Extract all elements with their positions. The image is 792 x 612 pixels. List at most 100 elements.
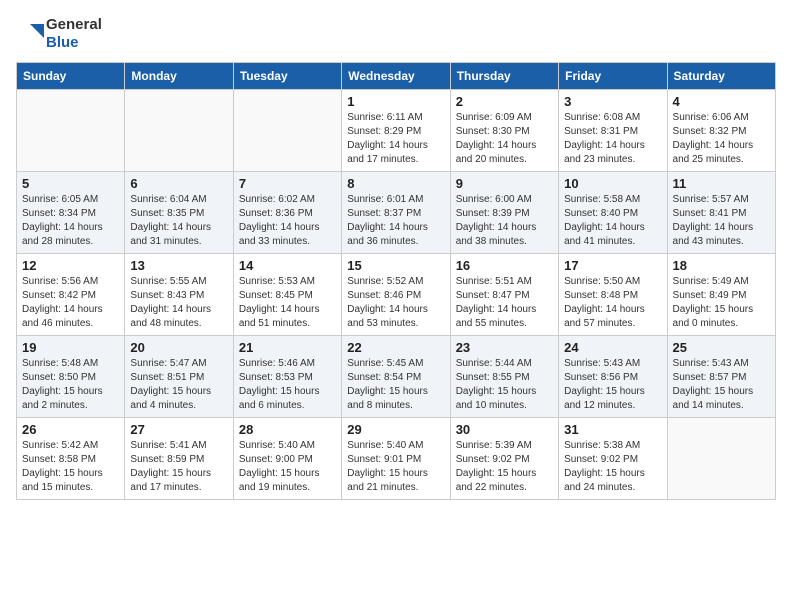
day-info: Sunrise: 5:49 AM Sunset: 8:49 PM Dayligh… <box>673 275 770 331</box>
day-info: Sunrise: 5:40 AM Sunset: 9:01 PM Dayligh… <box>347 439 444 495</box>
day-info: Sunrise: 5:50 AM Sunset: 8:48 PM Dayligh… <box>564 275 661 331</box>
day-cell: 1Sunrise: 6:11 AM Sunset: 8:29 PM Daylig… <box>342 90 450 172</box>
day-cell: 19 Sunrise: 5:48 AM Sunset: 8:50 PM Dayli… <box>17 336 125 418</box>
day-info: Sunrise: 5:52 AM Sunset: 8:46 PM Dayligh… <box>347 275 444 331</box>
page-header: GeneralBlue <box>16 16 776 52</box>
day-cell: 21 Sunrise: 5:46 AM Sunset: 8:53 PM Dayli… <box>233 336 341 418</box>
day-number: 11 <box>673 176 770 191</box>
day-number: 31 <box>564 422 661 437</box>
day-cell: 3 Sunrise: 6:08 AM Sunset: 8:31 PM Daylig… <box>559 90 667 172</box>
day-cell: 20 Sunrise: 5:47 AM Sunset: 8:51 PM Dayli… <box>125 336 233 418</box>
day-info: Sunrise: 5:42 AM Sunset: 8:58 PM Dayligh… <box>22 439 119 495</box>
day-info: Sunrise: 5:39 AM Sunset: 9:02 PM Dayligh… <box>456 439 553 495</box>
day-info: Sunrise: 5:43 AM Sunset: 8:56 PM Dayligh… <box>564 357 661 413</box>
day-info: Sunrise: 5:55 AM Sunset: 8:43 PM Dayligh… <box>130 275 227 331</box>
day-number: 10 <box>564 176 661 191</box>
day-info: Sunrise: 6:09 AM Sunset: 8:30 PM Dayligh… <box>456 111 553 167</box>
day-number: 25 <box>673 340 770 355</box>
day-cell: 24 Sunrise: 5:43 AM Sunset: 8:56 PM Dayli… <box>559 336 667 418</box>
day-number: 24 <box>564 340 661 355</box>
day-info: Sunrise: 6:05 AM Sunset: 8:34 PM Dayligh… <box>22 193 119 249</box>
day-number: 8 <box>347 176 444 191</box>
day-cell: 14 Sunrise: 5:53 AM Sunset: 8:45 PM Dayli… <box>233 254 341 336</box>
day-number: 6 <box>130 176 227 191</box>
day-number: 28 <box>239 422 336 437</box>
col-header-tuesday: Tuesday <box>233 63 341 90</box>
day-info: Sunrise: 5:48 AM Sunset: 8:50 PM Dayligh… <box>22 357 119 413</box>
col-header-wednesday: Wednesday <box>342 63 450 90</box>
calendar-table: SundayMondayTuesdayWednesdayThursdayFrid… <box>16 62 776 500</box>
day-cell <box>17 90 125 172</box>
day-number: 22 <box>347 340 444 355</box>
day-cell: 7 Sunrise: 6:02 AM Sunset: 8:36 PM Daylig… <box>233 172 341 254</box>
day-cell: 6 Sunrise: 6:04 AM Sunset: 8:35 PM Daylig… <box>125 172 233 254</box>
day-number: 30 <box>456 422 553 437</box>
day-cell: 2Sunrise: 6:09 AM Sunset: 8:30 PM Daylig… <box>450 90 558 172</box>
day-number: 4 <box>673 94 770 109</box>
day-info: Sunrise: 5:38 AM Sunset: 9:02 PM Dayligh… <box>564 439 661 495</box>
day-number: 16 <box>456 258 553 273</box>
day-cell: 27 Sunrise: 5:41 AM Sunset: 8:59 PM Dayli… <box>125 418 233 500</box>
day-info: Sunrise: 5:57 AM Sunset: 8:41 PM Dayligh… <box>673 193 770 249</box>
day-cell: 25 Sunrise: 5:43 AM Sunset: 8:57 PM Dayli… <box>667 336 775 418</box>
day-cell <box>125 90 233 172</box>
col-header-saturday: Saturday <box>667 63 775 90</box>
day-info: Sunrise: 6:00 AM Sunset: 8:39 PM Dayligh… <box>456 193 553 249</box>
day-number: 21 <box>239 340 336 355</box>
day-cell: 16Sunrise: 5:51 AM Sunset: 8:47 PM Dayli… <box>450 254 558 336</box>
week-row-3: 12 Sunrise: 5:56 AM Sunset: 8:42 PM Dayli… <box>17 254 776 336</box>
logo-container: GeneralBlue <box>16 16 102 52</box>
day-info: Sunrise: 5:53 AM Sunset: 8:45 PM Dayligh… <box>239 275 336 331</box>
day-cell: 12 Sunrise: 5:56 AM Sunset: 8:42 PM Dayli… <box>17 254 125 336</box>
col-header-thursday: Thursday <box>450 63 558 90</box>
day-info: Sunrise: 5:44 AM Sunset: 8:55 PM Dayligh… <box>456 357 553 413</box>
col-header-monday: Monday <box>125 63 233 90</box>
day-number: 9 <box>456 176 553 191</box>
day-cell: 31 Sunrise: 5:38 AM Sunset: 9:02 PM Dayli… <box>559 418 667 500</box>
day-info: Sunrise: 5:41 AM Sunset: 8:59 PM Dayligh… <box>130 439 227 495</box>
day-info: Sunrise: 6:02 AM Sunset: 8:36 PM Dayligh… <box>239 193 336 249</box>
day-number: 13 <box>130 258 227 273</box>
day-info: Sunrise: 6:06 AM Sunset: 8:32 PM Dayligh… <box>673 111 770 167</box>
week-row-2: 5 Sunrise: 6:05 AM Sunset: 8:34 PM Daylig… <box>17 172 776 254</box>
col-header-friday: Friday <box>559 63 667 90</box>
day-info: Sunrise: 5:45 AM Sunset: 8:54 PM Dayligh… <box>347 357 444 413</box>
day-info: Sunrise: 5:47 AM Sunset: 8:51 PM Dayligh… <box>130 357 227 413</box>
day-number: 27 <box>130 422 227 437</box>
day-number: 15 <box>347 258 444 273</box>
logo: GeneralBlue <box>16 16 102 52</box>
day-number: 29 <box>347 422 444 437</box>
day-number: 5 <box>22 176 119 191</box>
week-row-4: 19 Sunrise: 5:48 AM Sunset: 8:50 PM Dayli… <box>17 336 776 418</box>
day-number: 7 <box>239 176 336 191</box>
day-info: Sunrise: 5:40 AM Sunset: 9:00 PM Dayligh… <box>239 439 336 495</box>
logo-flag-icon <box>16 20 44 48</box>
day-info: Sunrise: 5:43 AM Sunset: 8:57 PM Dayligh… <box>673 357 770 413</box>
day-cell: 29 Sunrise: 5:40 AM Sunset: 9:01 PM Dayli… <box>342 418 450 500</box>
day-info: Sunrise: 5:58 AM Sunset: 8:40 PM Dayligh… <box>564 193 661 249</box>
day-cell: 28 Sunrise: 5:40 AM Sunset: 9:00 PM Dayli… <box>233 418 341 500</box>
day-number: 26 <box>22 422 119 437</box>
day-number: 14 <box>239 258 336 273</box>
day-info: Sunrise: 6:11 AM Sunset: 8:29 PM Dayligh… <box>347 111 444 167</box>
day-number: 3 <box>564 94 661 109</box>
day-number: 19 <box>22 340 119 355</box>
day-cell: 26 Sunrise: 5:42 AM Sunset: 8:58 PM Dayli… <box>17 418 125 500</box>
day-number: 17 <box>564 258 661 273</box>
col-header-sunday: Sunday <box>17 63 125 90</box>
week-row-5: 26 Sunrise: 5:42 AM Sunset: 8:58 PM Dayli… <box>17 418 776 500</box>
day-cell: 30 Sunrise: 5:39 AM Sunset: 9:02 PM Dayli… <box>450 418 558 500</box>
day-number: 18 <box>673 258 770 273</box>
day-cell: 15 Sunrise: 5:52 AM Sunset: 8:46 PM Dayli… <box>342 254 450 336</box>
day-cell: 23Sunrise: 5:44 AM Sunset: 8:55 PM Dayli… <box>450 336 558 418</box>
day-info: Sunrise: 5:46 AM Sunset: 8:53 PM Dayligh… <box>239 357 336 413</box>
day-info: Sunrise: 5:56 AM Sunset: 8:42 PM Dayligh… <box>22 275 119 331</box>
day-cell: 8Sunrise: 6:01 AM Sunset: 8:37 PM Daylig… <box>342 172 450 254</box>
day-number: 12 <box>22 258 119 273</box>
day-info: Sunrise: 6:04 AM Sunset: 8:35 PM Dayligh… <box>130 193 227 249</box>
day-info: Sunrise: 6:08 AM Sunset: 8:31 PM Dayligh… <box>564 111 661 167</box>
header-row: SundayMondayTuesdayWednesdayThursdayFrid… <box>17 63 776 90</box>
day-cell <box>233 90 341 172</box>
day-cell: 22 Sunrise: 5:45 AM Sunset: 8:54 PM Dayli… <box>342 336 450 418</box>
day-number: 20 <box>130 340 227 355</box>
